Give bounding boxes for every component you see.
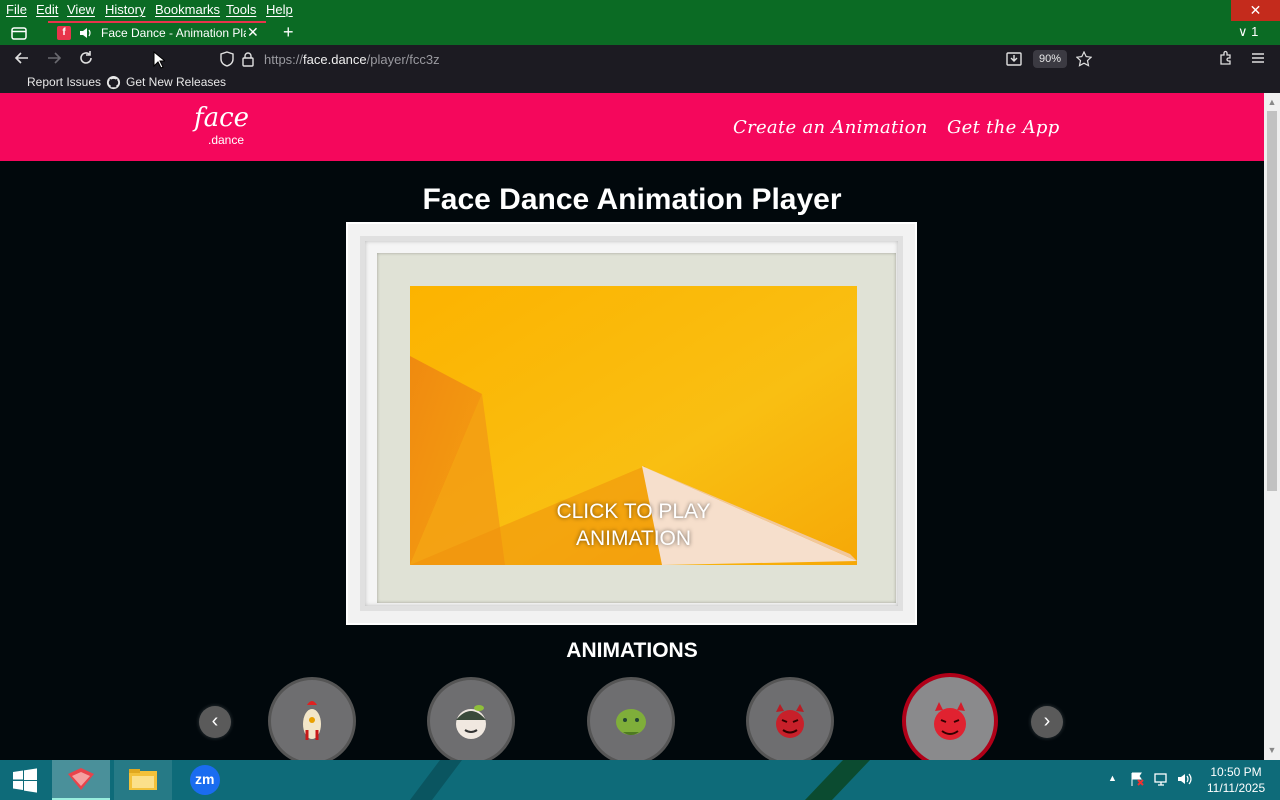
face-dance-logo[interactable]: face .dance (194, 103, 264, 149)
menu-bookmarks[interactable]: Bookmarks (155, 2, 220, 17)
folder-icon (129, 769, 157, 790)
taskbar-app-file-explorer[interactable] (114, 760, 172, 800)
devil-face-icon (934, 702, 966, 740)
menu-file[interactable]: File (6, 2, 27, 17)
click-to-play-label[interactable]: CLICK TO PLAY ANIMATION (410, 498, 857, 552)
forward-button[interactable] (45, 50, 63, 68)
taskbar-app-zoom[interactable]: zm (176, 760, 234, 800)
back-arrow-icon (14, 52, 28, 64)
menu-help[interactable]: Help (266, 2, 293, 17)
chevron-right-icon: › (1043, 710, 1051, 732)
mouse-cursor-icon (153, 51, 165, 69)
reload-icon (80, 51, 92, 64)
github-icon (106, 75, 121, 93)
animation-thumb-1[interactable] (268, 677, 356, 760)
nav-create-animation[interactable]: Create an Animation (733, 117, 928, 138)
menu-view[interactable]: View (67, 2, 95, 17)
zoom-level-button[interactable]: 90% (1033, 50, 1067, 68)
menu-edit[interactable]: Edit (36, 2, 58, 17)
carousel-next-button[interactable]: › (1031, 706, 1063, 738)
animation-thumb-4[interactable] (746, 677, 834, 760)
forward-arrow-icon (48, 52, 62, 64)
zoom-label: zm (195, 771, 215, 787)
url-host: face.dance (303, 52, 367, 67)
menu-history[interactable]: History (105, 2, 145, 17)
logo-text-top: face (194, 103, 250, 133)
animation-thumb-5-selected[interactable] (902, 673, 998, 760)
chevron-down-icon: ∨ (1238, 24, 1248, 39)
carousel-prev-button[interactable]: ‹ (199, 706, 231, 738)
play-label-line1: CLICK TO PLAY (556, 500, 711, 523)
scroll-up-arrow-icon[interactable]: ▲ (1267, 97, 1277, 107)
save-to-pocket-icon[interactable] (1006, 51, 1022, 67)
animation-thumb-2[interactable] (427, 677, 515, 760)
page-scrollbar[interactable]: ▲ ▼ (1264, 93, 1280, 760)
new-tab-button[interactable]: + (283, 22, 294, 43)
bookmarks-toolbar: Report Issues Get New Releases (0, 73, 1280, 93)
tab-manager-icon[interactable] (10, 24, 28, 42)
back-button[interactable] (13, 50, 31, 68)
taskbar: zm ▲ 10:50 PM 11/11/2025 (0, 760, 1280, 800)
logo-text-bottom: .dance (208, 133, 245, 147)
url-path: /player/fcc3z (366, 52, 440, 67)
speaker-icon[interactable] (79, 25, 93, 41)
shield-icon[interactable] (219, 51, 235, 67)
tab-count: 1 (1251, 24, 1259, 39)
clock-date: 11/11/2025 (1206, 781, 1266, 795)
reload-button[interactable] (77, 50, 95, 68)
window-close-button[interactable]: ✕ (1231, 0, 1280, 21)
start-button[interactable] (0, 760, 58, 800)
system-clock[interactable]: 10:50 PM 11/11/2025 (1200, 764, 1272, 796)
clock-time: 10:50 PM (1210, 765, 1262, 779)
tab-bar: f Face Dance - Animation Pla ✕ + ∨ 1 (0, 21, 1280, 45)
tab-title: Face Dance - Animation Pla (101, 26, 246, 40)
show-hidden-icons-icon[interactable]: ▲ (1108, 773, 1117, 800)
devil-face-icon (776, 704, 804, 738)
hamburger-menu-icon (1252, 53, 1264, 63)
face-dance-favicon-icon: f (57, 26, 71, 40)
url-bar[interactable]: https://face.dance/player/fcc3z 90% (213, 47, 1106, 71)
animation-player[interactable]: CLICK TO PLAY ANIMATION (410, 286, 857, 565)
picture-frame: CLICK TO PLAY ANIMATION (346, 222, 917, 625)
animations-heading: ANIMATIONS (566, 639, 698, 662)
scrollbar-thumb[interactable] (1267, 111, 1277, 491)
page-title: Face Dance Animation Player (422, 183, 842, 216)
chevron-left-icon: ‹ (211, 710, 219, 732)
bookmark-star-icon[interactable] (1075, 50, 1093, 67)
tab-list-button[interactable]: ∨ 1 (1238, 24, 1258, 40)
elf-face-icon (456, 705, 486, 739)
url-text[interactable]: https://face.dance/player/fcc3z (264, 52, 440, 67)
animation-thumb-3[interactable] (587, 677, 675, 760)
network-icon[interactable] (1153, 771, 1169, 800)
navigation-bar: https://face.dance/player/fcc3z 90% (0, 45, 1280, 73)
scroll-down-arrow-icon[interactable]: ▼ (1267, 745, 1277, 755)
nav-get-the-app[interactable]: Get the App (947, 117, 1060, 138)
volume-icon[interactable] (1177, 771, 1195, 800)
chicken-face-icon (303, 701, 321, 740)
taskbar-app-firefox[interactable] (52, 760, 110, 800)
lock-icon[interactable] (240, 51, 256, 67)
menu-tools[interactable]: Tools (226, 2, 256, 17)
windows-logo-icon (13, 768, 37, 793)
goblin-face-icon (616, 709, 646, 735)
app-menu-button[interactable] (1249, 50, 1267, 68)
tab-face-dance[interactable]: f Face Dance - Animation Pla ✕ (48, 21, 266, 45)
play-label-line2: ANIMATION (575, 527, 692, 550)
extensions-button[interactable] (1217, 50, 1235, 68)
bookmark-get-new-releases[interactable]: Get New Releases (126, 75, 226, 89)
flag-notification-icon[interactable] (1129, 771, 1145, 800)
menu-bar: File Edit View History Bookmarks Tools H… (0, 0, 1280, 21)
url-prefix: https:// (264, 52, 304, 67)
tab-close-button[interactable]: ✕ (247, 24, 259, 41)
firefox-icon (68, 768, 94, 790)
puzzle-icon (1220, 50, 1231, 65)
site-header: face .dance Create an Animation Get the … (0, 93, 1264, 161)
web-page: face .dance Create an Animation Get the … (0, 93, 1264, 760)
bookmark-report-issues[interactable]: Report Issues (27, 75, 101, 89)
